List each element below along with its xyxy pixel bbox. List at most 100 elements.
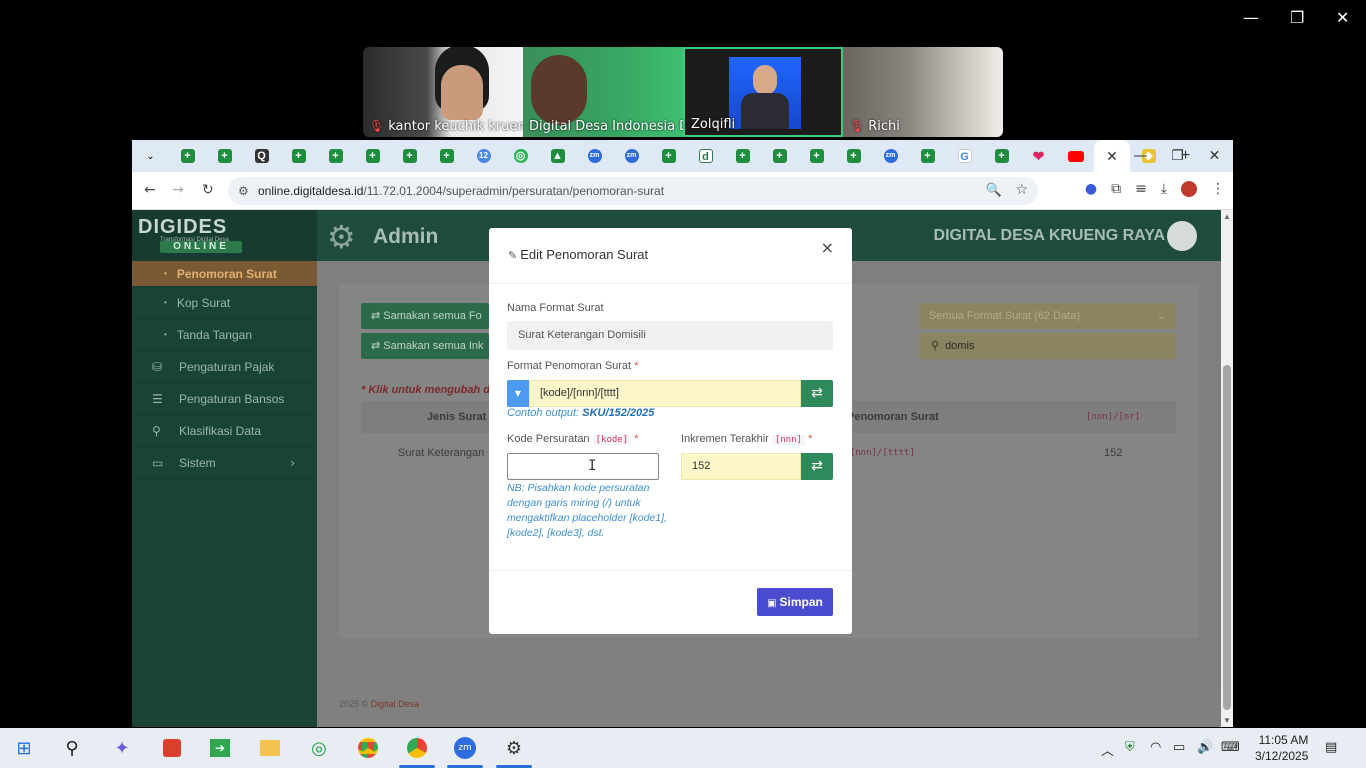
modal-close-button[interactable]: × (821, 238, 834, 257)
brand[interactable]: DIGIDES Transformasi Digital Desa ONLINE (132, 210, 317, 261)
tab[interactable]: + (354, 140, 391, 172)
sidebar-item-kop-surat[interactable]: • Kop Surat (132, 287, 317, 319)
bookmark-star-icon[interactable]: ☆ (1015, 182, 1028, 198)
page-scrollbar[interactable]: ▲ ▼ (1221, 210, 1233, 727)
tab[interactable]: + (724, 140, 761, 172)
copilot-icon[interactable]: ✦ (110, 736, 134, 760)
tab[interactable]: zm (872, 140, 909, 172)
tab-search-menu[interactable]: ⌄ (132, 140, 169, 172)
wifi-icon[interactable]: ◠ (1150, 740, 1161, 755)
notifications-icon[interactable]: ▤ (1325, 740, 1337, 755)
inkremen-input[interactable]: 152 (681, 453, 801, 480)
video-tile[interactable]: 🎙kantor keuchik kruen... (363, 47, 523, 137)
sidebar-item-penomoran-surat[interactable]: • Penomoran Surat (132, 261, 317, 287)
reload-icon[interactable]: ↻ (202, 182, 214, 198)
save-button[interactable]: ▣ Simpan (757, 588, 833, 616)
zoom-restore-button[interactable]: ❐ (1290, 8, 1304, 27)
sidebar-item-tanda-tangan[interactable]: • Tanda Tangan (132, 319, 317, 351)
battery-icon[interactable]: ▭ (1173, 740, 1185, 755)
scroll-down-icon[interactable]: ▼ (1223, 716, 1231, 725)
tab[interactable]: + (798, 140, 835, 172)
media-control-icon[interactable]: ≡ (1135, 181, 1147, 197)
office-icon[interactable] (160, 736, 184, 760)
zoom-magnifier-icon[interactable]: 🔍 (986, 183, 1002, 198)
format-sync-button[interactable]: ⇄ (801, 380, 833, 407)
back-arrow-icon[interactable]: ← (144, 182, 156, 198)
settings-gear-icon[interactable]: ⚙ (502, 736, 526, 760)
sidebar-item-pengaturan-bansos[interactable]: ☰ Pengaturan Bansos (132, 383, 317, 415)
clock[interactable]: 11:05 AM 3/12/2025 (1255, 732, 1308, 764)
user-avatar[interactable] (1167, 221, 1197, 251)
scroll-up-icon[interactable]: ▲ (1223, 212, 1231, 221)
profile-avatar[interactable] (1181, 181, 1197, 197)
search-input[interactable]: ⚲ domis (919, 333, 1176, 359)
tab[interactable]: + (169, 140, 206, 172)
tab[interactable]: + (428, 140, 465, 172)
tab[interactable]: zm (576, 140, 613, 172)
tab[interactable]: Q (243, 140, 280, 172)
windows-start-icon[interactable]: ⊞ (12, 736, 36, 760)
video-tile[interactable]: 🎙 Richi (843, 47, 1003, 137)
download-icon[interactable]: ⤓ (1161, 181, 1167, 197)
sync-all-increment-button[interactable]: ⇄ Samakan semua Ink (361, 333, 489, 359)
sidebar-item-pengaturan-pajak[interactable]: ⛁ Pengaturan Pajak (132, 351, 317, 383)
security-shield-icon[interactable]: ⛨ (1125, 740, 1135, 755)
video-tile[interactable]: Digital Desa Indonesia D... (523, 47, 683, 137)
browser-restore-button[interactable]: ❐ (1159, 148, 1196, 164)
keyboard-icon[interactable]: ⌨ (1221, 740, 1240, 755)
scrollbar-thumb[interactable] (1223, 365, 1231, 710)
tab[interactable]: ◎ (502, 140, 539, 172)
tab[interactable]: ▲ (539, 140, 576, 172)
nnn-placeholder-tag: [nnn] (771, 435, 805, 445)
search-icon[interactable]: ⚲ (60, 736, 84, 760)
sync-all-format-button[interactable]: ⇄ Samakan semua Fo (361, 303, 489, 329)
caret-down-icon: ▼ (514, 389, 522, 398)
tab[interactable]: + (761, 140, 798, 172)
tab[interactable]: G (946, 140, 983, 172)
volume-icon[interactable]: 🔊 (1197, 740, 1213, 755)
footer-brand-link[interactable]: Digital Desa (371, 699, 420, 709)
forward-arrow-icon[interactable]: → (172, 182, 184, 198)
inkremen-sync-button[interactable]: ⇄ (801, 453, 833, 480)
puzzle-icon[interactable]: ⧉ (1111, 181, 1121, 197)
tab[interactable]: 12 (465, 140, 502, 172)
url-field[interactable]: ⚙ online.digitaldesa.id/11.72.01.2004/su… (228, 177, 1038, 205)
table-note: * Klik untuk mengubah d (361, 384, 490, 396)
tab[interactable]: zm (613, 140, 650, 172)
extension-icon[interactable]: ● (1085, 181, 1097, 197)
tab[interactable]: + (206, 140, 243, 172)
site-settings-icon[interactable]: ⚙ (238, 184, 249, 198)
zoom-minimize-button[interactable]: — (1243, 8, 1259, 27)
tab[interactable]: d (687, 140, 724, 172)
chrome-profile-icon[interactable] (405, 736, 429, 760)
sidebar-item-klasifikasi-data[interactable]: ⚲ Klasifikasi Data (132, 415, 317, 447)
chrome-icon[interactable] (356, 736, 380, 760)
menu-dots-icon[interactable]: ⋮ (1211, 181, 1225, 197)
sidebar-item-sistem[interactable]: ▭ Sistem › (132, 447, 317, 479)
tab[interactable]: + (317, 140, 354, 172)
tab[interactable]: ❤ (1020, 140, 1057, 172)
browser-minimize-button[interactable]: — (1122, 148, 1159, 164)
kode-persuratan-input[interactable]: I (507, 453, 659, 480)
file-explorer-icon[interactable] (258, 736, 282, 760)
whatsapp-icon[interactable]: ◎ (307, 736, 331, 760)
format-filter-select[interactable]: Semua Format Surat (62 Data) ⌄ (919, 303, 1176, 329)
zoom-app-icon[interactable]: zm (453, 736, 477, 760)
app-arrow-icon[interactable]: ➔ (208, 736, 232, 760)
tab[interactable]: + (391, 140, 428, 172)
tab[interactable]: + (650, 140, 687, 172)
video-tile-active-speaker[interactable]: Zolqifli (683, 47, 843, 137)
tab[interactable]: + (280, 140, 317, 172)
cell-nnn[interactable]: 152 (1104, 447, 1122, 459)
format-penomoran-input[interactable]: [kode]/[nnn]/[tttt] (529, 380, 801, 407)
zoom-close-button[interactable]: ✕ (1336, 8, 1349, 27)
tab[interactable]: + (835, 140, 872, 172)
sheets-icon: + (994, 149, 1009, 163)
tab[interactable]: + (909, 140, 946, 172)
format-dropdown-button[interactable]: ▼ (507, 380, 529, 407)
close-tab-icon[interactable]: ✕ (1106, 148, 1118, 165)
tray-chevron-up-icon[interactable]: ︿ (1101, 740, 1114, 759)
browser-close-button[interactable]: ✕ (1196, 148, 1233, 164)
tab[interactable] (1057, 140, 1094, 172)
tab[interactable]: + (983, 140, 1020, 172)
